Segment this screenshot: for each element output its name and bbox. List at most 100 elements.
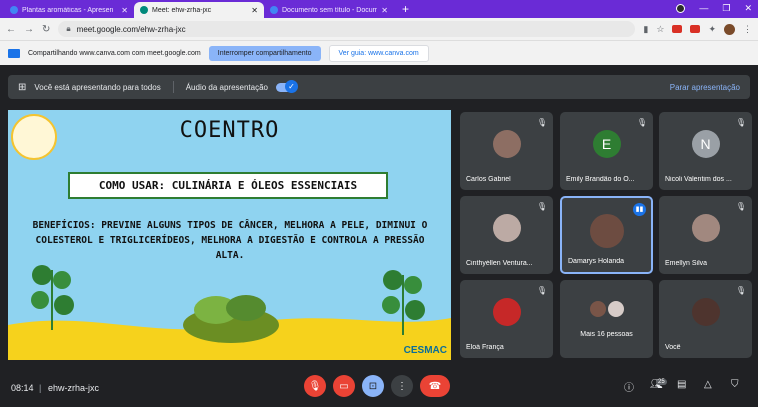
tab-meet[interactable]: Meet: ehw-zrha-jxc ✕ xyxy=(134,2,264,18)
meet-area: ⊞ Você está apresentando para todos Áudi… xyxy=(0,65,758,407)
url-field[interactable]: 🔒︎ meet.google.com/ehw-zrha-jxc xyxy=(58,21,636,37)
participant-tile[interactable]: 🎙︎ E Emily Brandão do O... xyxy=(560,112,653,190)
new-tab-button[interactable]: + xyxy=(394,2,417,18)
clock: 08:14 xyxy=(11,383,34,393)
mic-off-icon: 🎙︎ xyxy=(536,202,547,211)
url-text: meet.google.com/ehw-zrha-jxc xyxy=(76,24,186,34)
participant-name: Emellyn Silva xyxy=(665,260,708,267)
more-people-label: Mais 16 pessoas xyxy=(580,331,633,338)
participant-tile[interactable]: 🎙︎ Carlos Gabriel xyxy=(460,112,553,190)
stop-presenting-button[interactable]: Parar apresentação xyxy=(670,83,740,92)
mic-off-icon: 🎙︎ xyxy=(536,286,547,295)
chat-icon[interactable]: ▤ xyxy=(677,379,686,390)
activities-icon[interactable]: △ xyxy=(704,379,712,390)
participant-tile[interactable]: 🎙︎ N Nicoli Valentim dos ... xyxy=(659,112,752,190)
mic-off-icon: 🎙︎ xyxy=(536,118,547,127)
mic-off-icon: 🎙︎ xyxy=(735,202,746,211)
close-tab-icon[interactable]: ✕ xyxy=(381,6,388,15)
participant-tile-speaking[interactable]: ▮▮ Damarys Holanda xyxy=(560,196,653,274)
avatar xyxy=(492,214,521,242)
avatar xyxy=(691,214,720,242)
people-button[interactable]: 25 👥︎ xyxy=(650,379,667,390)
tab-title: Plantas aromáticas - Apresen xyxy=(22,6,114,14)
bookmark-star-icon[interactable]: ☆ xyxy=(656,24,664,35)
mic-toggle-button[interactable]: 🎙︎ xyxy=(304,375,326,397)
record-icon[interactable] xyxy=(676,4,686,13)
avatar-group xyxy=(588,300,625,318)
view-tab-button[interactable]: Ver guia: www.canva.com xyxy=(328,44,429,62)
slide-subtitle: COMO USAR: CULINÁRIA E ÓLEOS ESSENCIAIS xyxy=(68,172,388,199)
meeting-code: ehw-zrha-jxc xyxy=(48,383,100,393)
participant-name: Emily Brandão do O... xyxy=(566,176,635,183)
avatar xyxy=(606,300,625,318)
shared-slide: COENTRO COMO USAR: CULINÁRIA E ÓLEOS ESS… xyxy=(8,110,451,360)
recording-extension-icon[interactable] xyxy=(672,25,683,33)
avatar xyxy=(588,300,607,318)
browser-tab-bar: Plantas aromáticas - Apresen ✕ Meet: ehw… xyxy=(0,0,758,18)
info-icon[interactable]: ⓘ xyxy=(624,379,634,394)
tab-docs[interactable]: Documento sem título - Docume ✕ xyxy=(264,2,394,18)
mic-off-icon: 🎙︎ xyxy=(636,118,647,127)
sharing-text: Compartilhando www.canva.com com meet.go… xyxy=(28,49,201,57)
back-icon[interactable]: ← xyxy=(6,24,16,35)
screen-share-icon xyxy=(8,48,20,58)
meet-favicon-icon xyxy=(140,6,148,14)
camera-toggle-button[interactable]: ▭ xyxy=(333,375,355,397)
puzzle-icon[interactable]: ✦ xyxy=(708,24,716,35)
forward-icon[interactable]: → xyxy=(24,24,34,35)
end-call-button[interactable]: ☎︎ xyxy=(420,375,450,397)
close-window-icon[interactable]: ✕ xyxy=(744,3,752,14)
present-button[interactable]: ⊡ xyxy=(362,375,384,397)
coriander-left-icon xyxy=(31,265,74,330)
slide-body: BENEFÍCIOS: PREVINE ALGUNS TIPOS DE CÂNC… xyxy=(32,220,428,261)
coriander-right-icon xyxy=(382,270,425,335)
present-screen-icon: ⊞ xyxy=(18,81,27,93)
close-tab-icon[interactable]: ✕ xyxy=(121,6,128,15)
speaking-indicator-icon: ▮▮ xyxy=(633,203,646,216)
menu-kebab-icon[interactable]: ⋮ xyxy=(743,24,752,35)
participant-name: Cinthyéllen Ventura... xyxy=(466,260,533,267)
avatar: N xyxy=(691,130,720,158)
slides-favicon-icon xyxy=(10,6,18,14)
avatar xyxy=(492,298,521,326)
extension-icon[interactable] xyxy=(690,25,701,33)
control-bar: 08:14 | ehw-zrha-jxc 🎙︎ ▭ ⊡ ⋮ ☎︎ ⓘ 25 👥︎… xyxy=(0,369,758,407)
extensions: ▮ ☆ ✦ ⋮ xyxy=(643,23,752,35)
window-controls: — ❐ ✕ xyxy=(676,3,752,14)
brand-logo: CESMAC xyxy=(403,345,447,356)
camera-indicator-icon[interactable]: ▮ xyxy=(643,24,648,35)
minimize-icon[interactable]: — xyxy=(699,3,708,14)
reload-icon[interactable]: ↻ xyxy=(42,24,50,35)
sharing-bar: Compartilhando www.canva.com com meet.go… xyxy=(0,40,758,65)
mic-off-icon: 🎙︎ xyxy=(735,118,746,127)
tab-plantas[interactable]: Plantas aromáticas - Apresen ✕ xyxy=(4,2,134,18)
presenting-text: Você está apresentando para todos xyxy=(34,82,161,92)
tab-title: Documento sem título - Docume xyxy=(282,6,378,14)
audio-toggle[interactable] xyxy=(276,79,299,93)
slide-title: COENTRO xyxy=(179,118,280,143)
presenting-bar: ⊞ Você está apresentando para todos Áudi… xyxy=(8,75,750,99)
stop-sharing-button[interactable]: Interromper compartilhamento xyxy=(208,45,321,61)
audio-label: Áudio da apresentação xyxy=(185,82,269,92)
close-tab-icon[interactable]: ✕ xyxy=(251,6,258,15)
host-controls-icon[interactable]: ⛉ xyxy=(731,379,739,390)
participant-tile[interactable]: 🎙︎ Eloá França xyxy=(460,280,553,358)
more-people-tile[interactable]: Mais 16 pessoas xyxy=(560,280,653,358)
avatar xyxy=(589,214,624,248)
participant-tile[interactable]: 🎙︎ Emellyn Silva xyxy=(659,196,752,274)
avatar xyxy=(492,130,521,158)
lock-icon[interactable]: 🔒︎ xyxy=(66,24,70,34)
maximize-icon[interactable]: ❐ xyxy=(722,3,730,14)
participant-name: Damarys Holanda xyxy=(568,258,625,265)
participant-tile[interactable]: 🎙︎ Cinthyéllen Ventura... xyxy=(460,196,553,274)
people-count-badge: 25 xyxy=(656,379,667,385)
avatar: E xyxy=(592,130,621,158)
participant-name: Nicoli Valentim dos ... xyxy=(665,176,732,183)
profile-avatar[interactable] xyxy=(724,23,735,35)
avatar xyxy=(691,298,720,326)
more-options-button[interactable]: ⋮ xyxy=(391,375,413,397)
tab-title: Meet: ehw-zrha-jxc xyxy=(152,6,212,14)
separator: | xyxy=(39,383,42,393)
participant-name: Carlos Gabriel xyxy=(466,176,511,183)
self-tile[interactable]: 🎙︎ Você xyxy=(659,280,752,358)
